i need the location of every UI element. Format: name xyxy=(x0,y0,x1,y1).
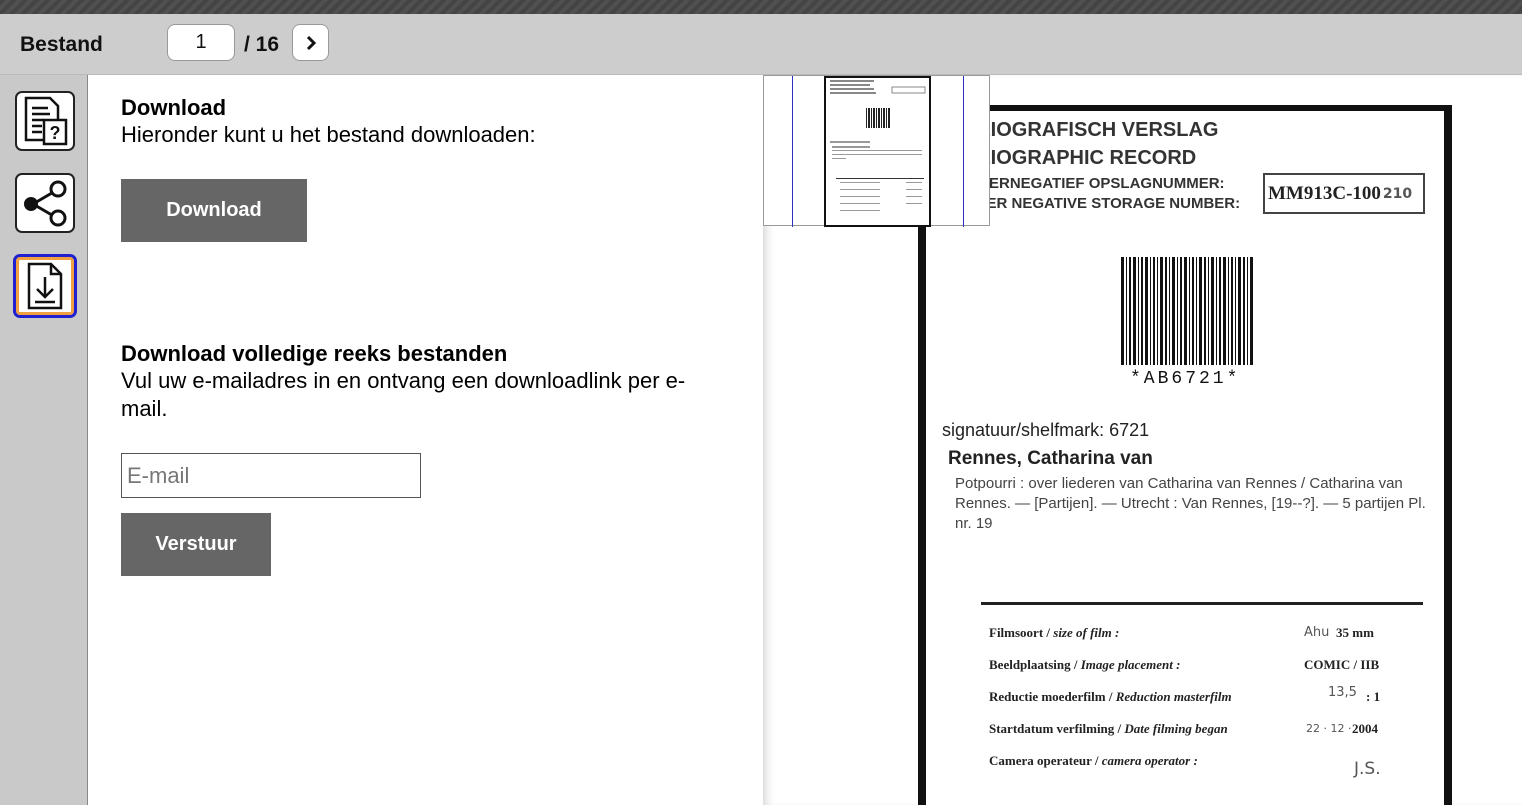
form-rule xyxy=(981,602,1423,605)
storage-number: MM913C-100 xyxy=(1268,182,1381,204)
film-row-value: COMIC / IIB xyxy=(1304,657,1380,672)
download-icon xyxy=(27,262,63,310)
page-number-input[interactable] xyxy=(167,24,235,61)
film-row-label: Reductie moederfilm / Reduction masterfi… xyxy=(989,689,1232,704)
description: Potpourri : over liederen van Catharina … xyxy=(955,475,1426,532)
series-heading: Download volledige reeks bestanden xyxy=(121,341,508,366)
author: Rennes, Catharina van xyxy=(948,448,1153,469)
share-button[interactable] xyxy=(15,173,75,233)
toolbar-title: Bestand xyxy=(20,33,103,56)
film-row-value: 35 mm xyxy=(1336,625,1374,640)
thumbnail-paper xyxy=(826,78,929,225)
film-row-label: Camera operateur / camera operator : xyxy=(989,753,1198,768)
storage-number-hand: 210 xyxy=(1382,185,1413,202)
window-top-strip xyxy=(0,0,1522,14)
viewport-marker-left xyxy=(792,76,793,227)
film-row-label: Startdatum verfilming / Date filming beg… xyxy=(989,721,1228,736)
thumbnail-content xyxy=(830,80,926,211)
series-text: Vul uw e-mailadres in en ontvang een dow… xyxy=(121,368,686,421)
document-viewer[interactable]: BIBLIOGRAFISCH VERSLAG BIBLIOGRAPHIC REC… xyxy=(763,75,1522,805)
film-row-hand: 22 · 12 · xyxy=(1306,722,1352,735)
film-row-hand: J.S. xyxy=(1354,759,1381,779)
thumbnail-page xyxy=(824,76,931,227)
film-row-hand: Ahu xyxy=(1304,625,1330,640)
svg-text:?: ? xyxy=(50,123,61,143)
info-button[interactable]: ? xyxy=(15,91,75,151)
sidebar: ? xyxy=(0,75,88,805)
storage-number-box: MM913C-100 210 xyxy=(1263,173,1425,214)
page-total: / 16 xyxy=(244,33,280,56)
film-row-label: Filmsoort / size of film : xyxy=(989,625,1120,640)
download-heading: Download xyxy=(121,95,227,120)
document-paper: BIBLIOGRAFISCH VERSLAG BIBLIOGRAPHIC REC… xyxy=(926,111,1444,805)
download-text: Hieronder kunt u het bestand downloaden: xyxy=(121,122,536,147)
send-button[interactable]: Verstuur xyxy=(121,513,271,576)
film-row-value: 2004 xyxy=(1352,721,1378,736)
download-panel: Download Hieronder kunt u het bestand do… xyxy=(88,75,763,805)
toolbar: Bestand / 16 xyxy=(0,14,1522,75)
document-page: BIBLIOGRAFISCH VERSLAG BIBLIOGRAPHIC REC… xyxy=(918,105,1452,805)
barcode-image xyxy=(1121,257,1253,365)
email-input[interactable] xyxy=(121,453,421,498)
download-button[interactable]: Download xyxy=(121,179,307,242)
film-row-hand: 13,5 xyxy=(1328,685,1357,700)
shelfmark: signatuur/shelfmark: 6721 xyxy=(942,420,1150,440)
page-thumbnail[interactable] xyxy=(763,75,990,227)
next-page-button[interactable] xyxy=(292,24,329,61)
viewport-marker-right xyxy=(963,76,964,227)
barcode-text: *AB6721* xyxy=(1130,369,1241,389)
film-row-value: : 1 xyxy=(1366,689,1381,704)
chevron-right-icon xyxy=(306,35,316,50)
document-question-icon: ? xyxy=(24,96,68,146)
share-icon xyxy=(24,180,67,227)
film-row-label: Beeldplaatsing / Image placement : xyxy=(989,657,1181,672)
download-side-button[interactable] xyxy=(13,254,77,318)
